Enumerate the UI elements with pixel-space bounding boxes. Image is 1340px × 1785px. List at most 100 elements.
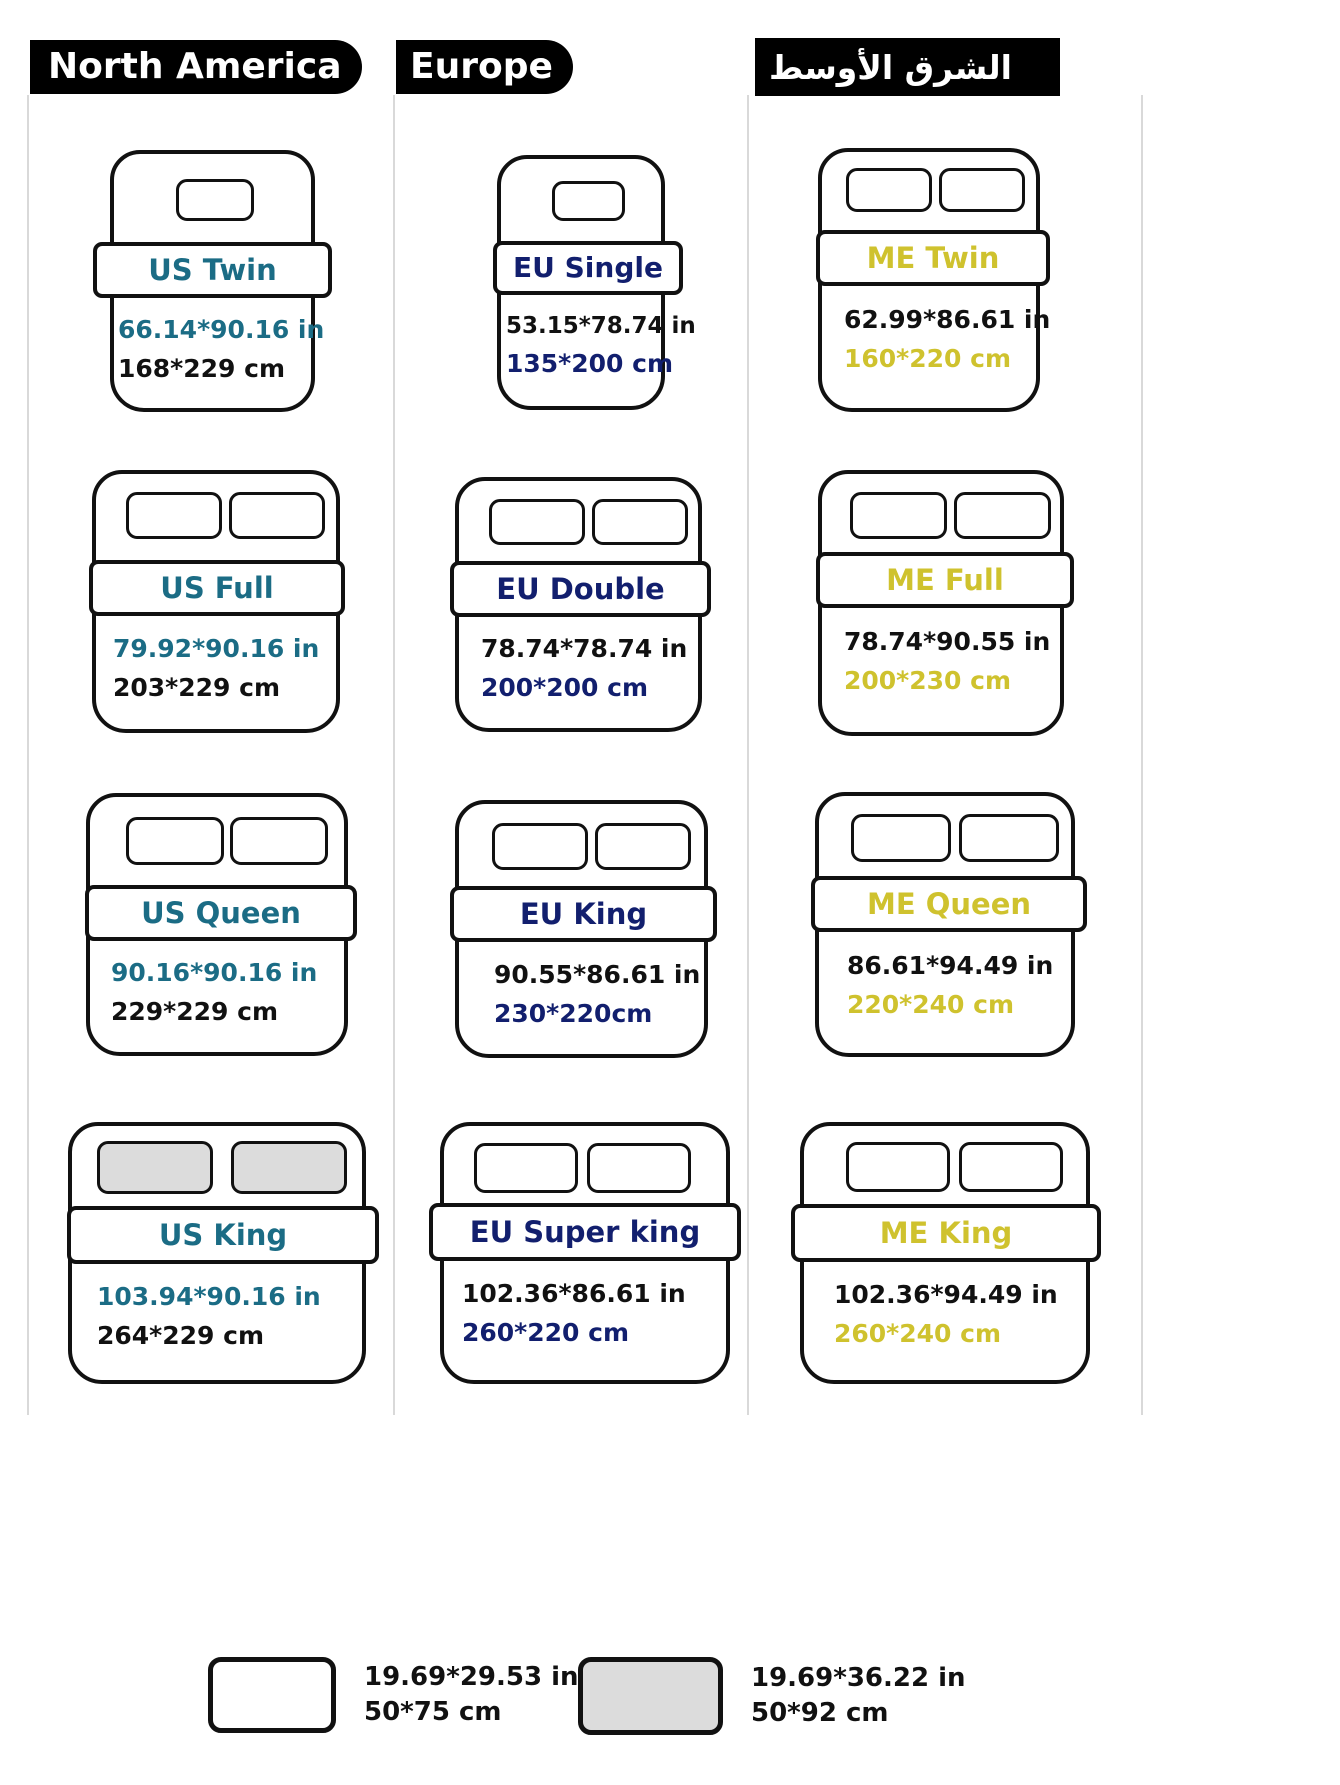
bed-name: ME Twin [866,240,1000,275]
pillow [230,817,328,865]
legend-cm: 50*92 cm [751,1698,889,1728]
column-rule [747,95,749,1415]
bed-dimensions: 78.74*90.55 in 200*230 cm [844,627,1051,695]
region-header-label: Europe [410,46,553,87]
bed-label-band: US Twin [93,242,332,298]
bed-label-band: US Full [89,560,345,616]
bed-card-eu-king: EU King 90.55*86.61 in 230*220cm [450,800,717,1058]
dimension-cm: 203*229 cm [113,673,281,703]
dimension-inches: 90.55*86.61 in [494,960,701,989]
legend: 19.69*29.53 in 50*75 cm 19.69*36.22 in 5… [0,1645,1340,1765]
bed-name: ME King [879,1215,1013,1250]
pillow [846,168,932,212]
pillow [176,179,254,221]
bed-card-us-full: US Full 79.92*90.16 in 203*229 cm [89,470,345,733]
region-header-label: الشرق الأوسط [769,47,1012,87]
bed-name: EU King [519,896,648,931]
dimension-inches: 78.74*90.55 in [844,627,1051,656]
pillow [231,1141,347,1194]
dimension-inches: 79.92*90.16 in [113,634,320,663]
dimension-inches: 102.36*94.49 in [834,1280,1058,1309]
dimension-inches: 78.74*78.74 in [481,634,688,663]
dimension-inches: 102.36*86.61 in [462,1279,686,1308]
pillow [595,823,691,870]
pillow [587,1143,691,1193]
legend-swatch-white [208,1657,336,1733]
pillow [474,1143,578,1193]
legend-cm: 50*75 cm [364,1697,502,1727]
dimension-inches: 90.16*90.16 in [111,958,318,987]
bed-label-band: EU Super king [429,1203,741,1261]
bed-name: EU Double [496,571,665,606]
column-rule [27,95,29,1415]
region-header-europe: Europe [396,40,573,94]
pillow [959,1142,1063,1192]
dimension-inches: 53.15*78.74 in [506,313,696,339]
legend-text: 19.69*36.22 in 50*92 cm [751,1661,966,1731]
pillow [552,181,625,221]
bed-name: EU Single [513,251,663,284]
bed-card-us-twin: US Twin 66.14*90.16 in 168*229 cm [93,150,332,412]
bed-dimensions: 86.61*94.49 in 220*240 cm [847,951,1054,1020]
chart-page: North America Europe الشرق الأوسط US Twi… [0,0,1340,1785]
legend-inches: 19.69*29.53 in [364,1661,579,1692]
bed-name: US Twin [148,252,277,287]
dimension-inches: 103.94*90.16 in [97,1282,321,1311]
bed-card-eu-super-king: EU Super king 102.36*86.61 in 260*220 cm [429,1122,741,1384]
column-rule [393,95,395,1415]
legend-item-king-pillow: 19.69*36.22 in 50*92 cm [578,1657,966,1735]
dimension-cm: 220*240 cm [847,990,1015,1020]
pillow [126,492,222,539]
dimension-cm: 168*229 cm [118,354,286,384]
dimension-inches: 86.61*94.49 in [847,951,1054,980]
bed-card-us-king: US King 103.94*90.16 in 264*229 cm [67,1122,379,1384]
bed-label-band: EU Double [450,561,711,617]
dimension-cm: 135*200 cm [506,349,674,379]
bed-name: ME Queen [866,886,1032,921]
bed-card-eu-double: EU Double 78.74*78.74 in 200*200 cm [450,477,711,732]
dimension-cm: 260*220 cm [462,1318,630,1348]
bed-card-me-king: ME King 102.36*94.49 in 260*240 cm [791,1122,1101,1384]
bed-dimensions: 66.14*90.16 in 168*229 cm [118,315,325,384]
bed-label-band: US King [67,1206,379,1264]
legend-text: 19.69*29.53 in 50*75 cm [364,1660,579,1730]
bed-dimensions: 90.16*90.16 in 229*229 cm [111,958,318,1027]
pillow [954,492,1051,539]
bed-label-band: EU King [450,886,717,942]
bed-name: US Full [160,570,274,605]
dimension-inches: 66.14*90.16 in [118,315,325,344]
dimension-cm: 229*229 cm [111,997,279,1027]
bed-name: ME Full [886,562,1004,597]
bed-card-me-twin: ME Twin 62.99*86.61 in 160*220 cm [816,148,1050,412]
bed-dimensions: 90.55*86.61 in 230*220cm [494,960,701,1029]
region-header-middle-east: الشرق الأوسط [755,38,1060,96]
bed-label-band: EU Single [493,241,683,295]
dimension-cm: 200*200 cm [481,673,649,703]
legend-swatch-gray [578,1657,723,1735]
bed-name: US Queen [141,895,301,930]
bed-dimensions: 78.74*78.74 in 200*200 cm [481,634,688,703]
bed-name: EU Super king [469,1214,701,1249]
bed-card-us-queen: US Queen 90.16*90.16 in 229*229 cm [85,793,357,1056]
dimension-cm: 230*220cm [494,999,653,1029]
bed-label-band: ME King [791,1204,1101,1262]
bed-card-me-full: ME Full 78.74*90.55 in 200*230 cm [816,470,1074,736]
pillow [492,823,588,870]
region-header-north-america: North America [30,40,362,94]
pillow [851,814,951,862]
bed-dimensions: 102.36*86.61 in 260*220 cm [462,1279,686,1348]
bed-dimensions: 102.36*94.49 in 260*240 cm [834,1280,1058,1349]
legend-item-standard-pillow: 19.69*29.53 in 50*75 cm [208,1657,579,1733]
bed-label-band: ME Twin [816,230,1050,286]
dimension-inches: 62.99*86.61 in [844,305,1051,334]
pillow [229,492,325,539]
dimension-cm: 260*240 cm [834,1319,1002,1349]
pillow [97,1141,213,1194]
bed-label-band: ME Full [816,552,1074,608]
pillow [939,168,1025,212]
bed-dimensions: 79.92*90.16 in 203*229 cm [113,634,320,703]
pillow [959,814,1059,862]
bed-label-band: ME Queen [811,876,1087,932]
pillow [850,492,947,539]
pillow [126,817,224,865]
